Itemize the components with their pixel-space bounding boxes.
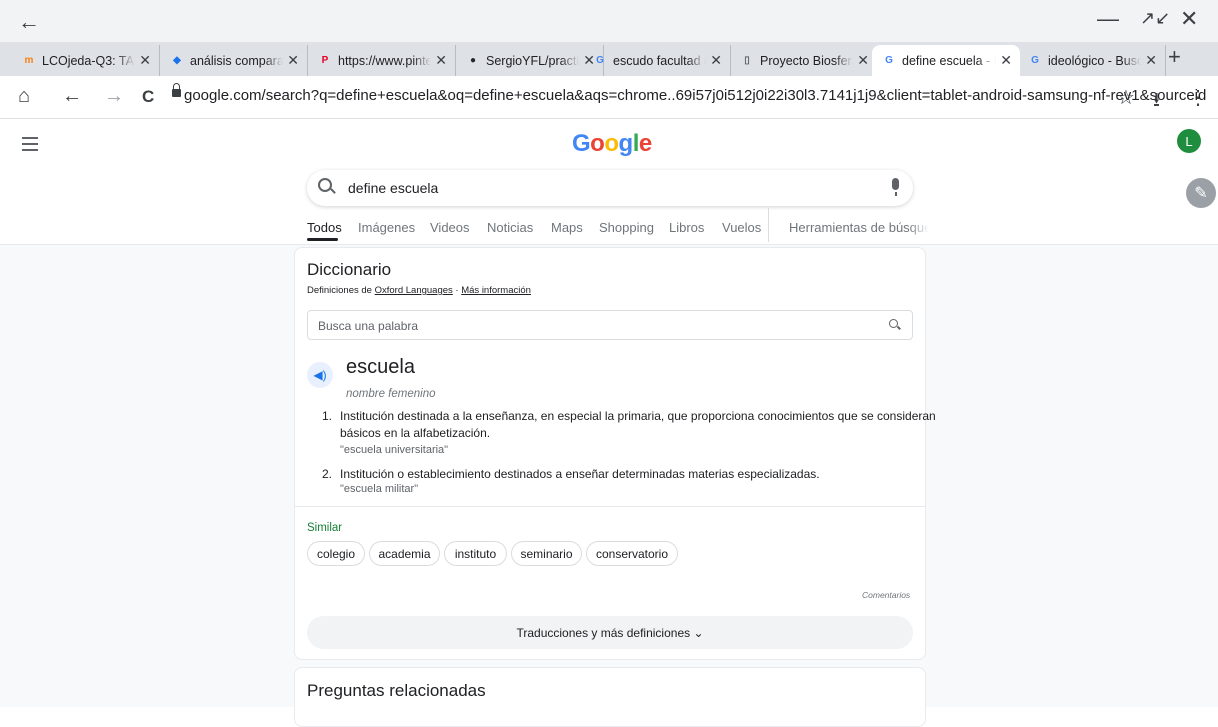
- tab-title: Proyecto Biosfera: [760, 53, 854, 68]
- logo-letter: e: [638, 130, 652, 157]
- tab-title: define escuela - B: [902, 53, 997, 68]
- address-bar[interactable]: google.com/search?q=define+escuela&oq=de…: [184, 87, 1206, 104]
- related-questions-title: Preguntas relacionadas: [307, 681, 486, 700]
- reload-icon[interactable]: C: [142, 87, 154, 107]
- feedback-link[interactable]: Comentarios: [862, 590, 910, 600]
- browser-tab[interactable]: Gescudo facultad d ✕: [583, 45, 731, 76]
- browser-tab[interactable]: Phttps://www.pinte ✕: [308, 45, 456, 76]
- tab-close-icon[interactable]: ✕: [1145, 52, 1157, 69]
- tab-close-icon[interactable]: ✕: [857, 52, 869, 69]
- avatar[interactable]: L: [1177, 129, 1201, 153]
- tab-title: SergioYFL/practic: [486, 53, 580, 68]
- definition-2-number: 2.: [322, 467, 333, 481]
- definition-2-line1: Institución o establecimiento destinados…: [340, 467, 820, 481]
- card-divider: [294, 506, 926, 507]
- window-title-bar: [0, 0, 1218, 42]
- definition-1-line2: básicos en la alfabetización.: [340, 426, 491, 440]
- definition-1-example: "escuela universitaria": [340, 444, 449, 456]
- minimize-icon[interactable]: —: [1097, 6, 1119, 32]
- hamburger-menu-icon[interactable]: [22, 137, 38, 155]
- back-icon[interactable]: ←: [62, 85, 82, 108]
- word-search-icon[interactable]: [889, 319, 898, 328]
- restore-icon[interactable]: ↗↙: [1140, 8, 1170, 29]
- search-tab[interactable]: Maps: [551, 220, 583, 235]
- source-prefix: Definiciones de: [307, 285, 375, 296]
- lock-icon: [172, 83, 181, 97]
- tab-close-icon[interactable]: ✕: [710, 52, 722, 69]
- window-close-icon[interactable]: ✕: [1180, 6, 1198, 32]
- tab-title: análisis compara: [190, 53, 284, 68]
- tab-title: escudo facultad d: [613, 53, 707, 68]
- tab-close-icon[interactable]: ✕: [435, 52, 447, 69]
- tab-close-icon[interactable]: ✕: [1000, 52, 1012, 69]
- dictionary-title: Diccionario: [307, 260, 392, 279]
- more-info-link[interactable]: Más información: [461, 285, 531, 296]
- search-tab[interactable]: Todos: [307, 220, 342, 235]
- tab-close-icon[interactable]: ✕: [287, 52, 299, 69]
- new-tab-button[interactable]: +: [1168, 44, 1181, 70]
- browser-tab[interactable]: ● SergioYFL/practic ✕: [456, 45, 604, 76]
- logo-letter: g: [618, 130, 634, 157]
- similar-word-chip[interactable]: colegio: [307, 541, 365, 566]
- diamond-icon: ◆: [173, 55, 181, 66]
- moodle-icon: m: [24, 55, 34, 66]
- logo-letter: o: [590, 130, 605, 157]
- definition-1-line1: Institución destinada a la enseñanza, en…: [340, 409, 936, 423]
- tab-title: ideológico - Busc: [1048, 53, 1142, 68]
- part-of-speech: nombre femenino: [346, 388, 436, 400]
- similar-word-chip[interactable]: seminario: [511, 541, 582, 566]
- search-tab[interactable]: Libros: [669, 220, 704, 235]
- menu-icon[interactable]: ⋮: [1188, 85, 1208, 110]
- window-back-icon[interactable]: ←: [18, 9, 40, 35]
- logo-letter: o: [604, 130, 619, 157]
- tab-title: https://www.pinte: [338, 53, 432, 68]
- search-tab[interactable]: Videos: [430, 220, 470, 235]
- search-tab[interactable]: Herramientas de búsqued: [789, 220, 929, 235]
- document-icon: ▯: [744, 55, 750, 66]
- browser-tab[interactable]: ◆ análisis compara ✕: [160, 45, 308, 76]
- pinterest-icon: P: [321, 55, 329, 66]
- search-tab[interactable]: Imágenes: [358, 220, 415, 235]
- word-search-placeholder[interactable]: Busca una palabra: [318, 319, 418, 333]
- forward-icon[interactable]: →: [104, 85, 124, 108]
- nav-divider: [768, 208, 769, 242]
- speaker-icon[interactable]: ◀): [307, 362, 333, 388]
- search-query[interactable]: define escuela: [348, 180, 438, 196]
- google-icon: G: [1031, 55, 1039, 66]
- bookmark-star-icon[interactable]: ☆: [1117, 85, 1135, 110]
- browser-tab[interactable]: ▯ Proyecto Biosfera ✕: [730, 45, 878, 76]
- tab-title: LCOjeda-Q3: TAR: [42, 53, 136, 68]
- github-icon: ●: [469, 55, 477, 66]
- google-icon: G: [596, 55, 604, 66]
- definition-1-number: 1.: [322, 409, 333, 423]
- translations-button[interactable]: Traducciones y más definiciones ⌄: [307, 616, 913, 649]
- logo-letter: G: [572, 130, 591, 157]
- similar-word-chip[interactable]: instituto: [444, 541, 507, 566]
- browser-tab[interactable]: m LCOjeda-Q3: TAR ✕: [12, 45, 160, 76]
- search-icon: [318, 178, 332, 192]
- browser-tab[interactable]: Gdefine escuela - B ✕: [872, 45, 1020, 76]
- browser-tab[interactable]: Gideológico - Busc ✕: [1018, 45, 1166, 76]
- microphone-icon[interactable]: [892, 178, 899, 196]
- similar-word-chip[interactable]: academia: [369, 541, 440, 566]
- definition-2-example: "escuela militar": [340, 483, 419, 495]
- similar-word-chip[interactable]: conservatorio: [586, 541, 678, 566]
- active-tab-underline: [307, 238, 338, 241]
- dictionary-source: Definiciones de Oxford Languages · Más i…: [307, 285, 531, 296]
- search-tab[interactable]: Shopping: [599, 220, 654, 235]
- source-separator: ·: [452, 285, 462, 296]
- headword: escuela: [346, 356, 415, 378]
- edit-pencil-icon[interactable]: ✎: [1186, 178, 1216, 208]
- similar-label: Similar: [307, 522, 343, 534]
- google-icon: G: [885, 55, 893, 66]
- download-icon[interactable]: ⭳: [1153, 85, 1160, 119]
- google-logo[interactable]: Google: [572, 130, 652, 158]
- search-tab[interactable]: Noticias: [487, 220, 533, 235]
- tab-close-icon[interactable]: ✕: [139, 52, 151, 69]
- oxford-languages-link[interactable]: Oxford Languages: [375, 285, 453, 296]
- home-icon[interactable]: ⌂: [18, 85, 30, 108]
- search-tab[interactable]: Vuelos: [722, 220, 761, 235]
